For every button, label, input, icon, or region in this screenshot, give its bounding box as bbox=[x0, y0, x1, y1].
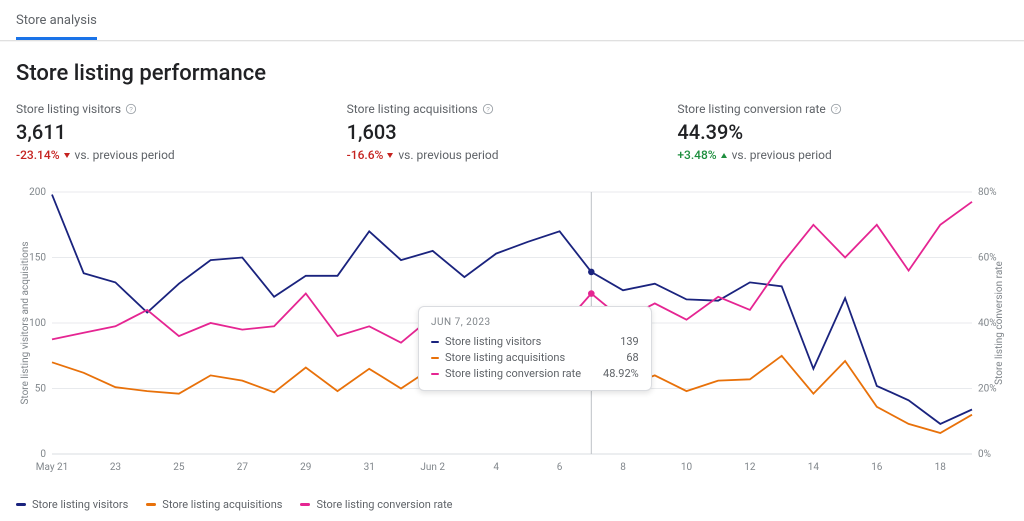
svg-text:31: 31 bbox=[364, 462, 375, 473]
svg-text:16: 16 bbox=[871, 462, 883, 473]
kpi-delta-suffix: vs. previous period bbox=[75, 148, 175, 162]
chart-legend: Store listing visitors Store listing acq… bbox=[0, 490, 1024, 521]
svg-text:14: 14 bbox=[808, 462, 820, 473]
swatch bbox=[431, 357, 439, 359]
svg-text:May 21: May 21 bbox=[36, 462, 69, 473]
svg-text:100: 100 bbox=[29, 318, 46, 329]
svg-text:0: 0 bbox=[40, 449, 46, 460]
chart[interactable]: 0501001502000%20%40%60%80%May 2123252729… bbox=[16, 182, 1008, 482]
svg-text:50: 50 bbox=[35, 384, 47, 395]
tooltip-row: Store listing visitors 139 bbox=[431, 334, 639, 350]
kpi-row: Store listing visitors ? 3,611 -23.14% v… bbox=[16, 98, 1008, 170]
tooltip-row: Store listing conversion rate 48.92% bbox=[431, 366, 639, 382]
arrow-up-icon bbox=[721, 153, 727, 158]
kpi-store-listing-conversion-rate: Store listing conversion rate ? 44.39% +… bbox=[677, 98, 1008, 170]
kpi-delta: -23.14% vs. previous period bbox=[16, 148, 347, 162]
kpi-delta: -16.6% vs. previous period bbox=[347, 148, 678, 162]
legend-label: Store listing conversion rate bbox=[316, 498, 452, 511]
kpi-delta-suffix: vs. previous period bbox=[398, 148, 498, 162]
kpi-label: Store listing visitors ? bbox=[16, 102, 347, 116]
chart-tooltip: JUN 7, 2023 Store listing visitors 139 S… bbox=[418, 306, 652, 391]
legend-item[interactable]: Store listing visitors bbox=[16, 498, 128, 511]
kpi-store-listing-acquisitions: Store listing acquisitions ? 1,603 -16.6… bbox=[347, 98, 678, 170]
kpi-value: 44.39% bbox=[677, 120, 1008, 144]
kpi-value: 1,603 bbox=[347, 120, 678, 144]
legend-label: Store listing visitors bbox=[32, 498, 128, 511]
kpi-delta: +3.48% vs. previous period bbox=[677, 148, 1008, 162]
help-icon[interactable]: ? bbox=[125, 103, 137, 115]
svg-text:8: 8 bbox=[620, 462, 626, 473]
svg-text:4: 4 bbox=[493, 462, 499, 473]
svg-text:18: 18 bbox=[935, 462, 947, 473]
svg-text:Jun 2: Jun 2 bbox=[420, 462, 445, 473]
svg-text:10: 10 bbox=[681, 462, 693, 473]
svg-text:27: 27 bbox=[237, 462, 249, 473]
swatch bbox=[431, 341, 439, 343]
svg-text:Store listing visitors and acq: Store listing visitors and acquisitions bbox=[20, 241, 31, 404]
arrow-down-icon bbox=[387, 153, 393, 158]
legend-label: Store listing acquisitions bbox=[162, 498, 282, 511]
kpi-value: 3,611 bbox=[16, 120, 347, 144]
swatch bbox=[300, 503, 310, 506]
svg-text:200: 200 bbox=[29, 187, 46, 198]
section-title: Store listing performance bbox=[16, 61, 1008, 86]
tooltip-date: JUN 7, 2023 bbox=[431, 317, 639, 328]
svg-text:80%: 80% bbox=[978, 187, 997, 198]
tab-store-analysis[interactable]: Store analysis bbox=[16, 3, 97, 40]
swatch bbox=[16, 503, 26, 506]
tabbar: Store analysis bbox=[0, 0, 1024, 41]
kpi-label: Store listing conversion rate ? bbox=[677, 102, 1008, 116]
help-icon[interactable]: ? bbox=[830, 103, 842, 115]
svg-text:6: 6 bbox=[557, 462, 563, 473]
arrow-down-icon bbox=[64, 153, 70, 158]
svg-text:29: 29 bbox=[300, 462, 311, 473]
help-icon[interactable]: ? bbox=[482, 103, 494, 115]
svg-text:0%: 0% bbox=[978, 449, 991, 460]
legend-item[interactable]: Store listing conversion rate bbox=[300, 498, 452, 511]
svg-text:?: ? bbox=[486, 106, 490, 113]
tab-label: Store analysis bbox=[16, 13, 97, 28]
svg-text:150: 150 bbox=[29, 253, 46, 264]
kpi-label: Store listing acquisitions ? bbox=[347, 102, 678, 116]
kpi-delta-suffix: vs. previous period bbox=[732, 148, 832, 162]
swatch bbox=[146, 503, 156, 506]
svg-text:?: ? bbox=[834, 106, 838, 113]
swatch bbox=[431, 373, 439, 375]
svg-text:25: 25 bbox=[173, 462, 185, 473]
svg-text:23: 23 bbox=[110, 462, 121, 473]
kpi-store-listing-visitors: Store listing visitors ? 3,611 -23.14% v… bbox=[16, 98, 347, 170]
svg-text:?: ? bbox=[129, 106, 133, 113]
svg-text:12: 12 bbox=[744, 462, 756, 473]
svg-text:Store listing conversion rate: Store listing conversion rate bbox=[994, 261, 1005, 385]
tooltip-row: Store listing acquisitions 68 bbox=[431, 350, 639, 366]
legend-item[interactable]: Store listing acquisitions bbox=[146, 498, 282, 511]
